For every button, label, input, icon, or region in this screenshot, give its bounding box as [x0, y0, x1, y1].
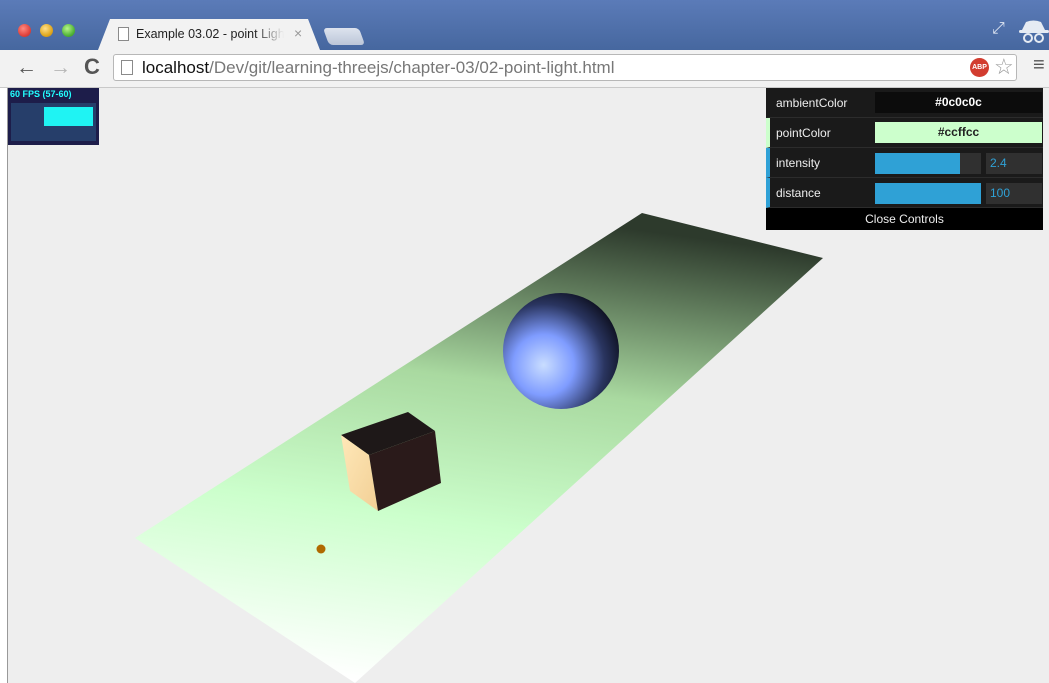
ground-plane [135, 213, 823, 683]
reload-button[interactable]: C [84, 54, 100, 80]
new-tab-button[interactable] [322, 28, 366, 45]
distance-input[interactable]: 100 [986, 183, 1042, 204]
page-icon [118, 27, 129, 41]
fps-stats-panel[interactable]: 60 FPS (57-60) [8, 88, 99, 145]
address-bar[interactable]: localhost/Dev/git/learning-threejs/chapt… [113, 54, 1017, 81]
ambient-color-input[interactable]: #0c0c0c [875, 92, 1042, 113]
adblock-icon[interactable]: ABP [970, 58, 989, 77]
intensity-slider[interactable] [875, 153, 981, 174]
point-color-input[interactable]: #ccffcc [875, 122, 1042, 143]
intensity-label: intensity [776, 156, 821, 170]
url-path: /Dev/git/learning-threejs/chapter-03/02-… [209, 58, 615, 77]
distance-label: distance [776, 186, 821, 200]
minimize-window-button[interactable] [40, 24, 53, 37]
tab-example-point-light[interactable]: Example 03.02 - point Light × [98, 19, 320, 50]
ambient-color-label: ambientColor [776, 96, 848, 110]
fps-label: 60 FPS (57-60) [10, 89, 72, 99]
distance-slider-fill [875, 183, 981, 204]
tab-title: Example 03.02 - point Light [136, 27, 284, 41]
sphere [503, 293, 619, 409]
browser-toolbar: ← → C localhost/Dev/git/learning-threejs… [0, 50, 1049, 88]
tab-close-icon[interactable]: × [294, 25, 302, 41]
distance-slider[interactable] [875, 183, 981, 204]
close-controls-button[interactable]: Close Controls [766, 208, 1043, 230]
fps-graph-bar [44, 107, 93, 126]
intensity-slider-fill [875, 153, 960, 174]
page-icon [121, 60, 133, 75]
control-ambient-color: ambientColor #0c0c0c [766, 88, 1043, 118]
point-color-label: pointColor [776, 126, 831, 140]
zoom-window-button[interactable] [62, 24, 75, 37]
control-point-color: pointColor #ccffcc [766, 118, 1043, 148]
browser-menu-icon[interactable]: ≡ [1033, 55, 1045, 75]
close-window-button[interactable] [18, 24, 31, 37]
fullscreen-icon[interactable]: ⤢ [992, 20, 1005, 38]
url-text[interactable]: localhost/Dev/git/learning-threejs/chapt… [142, 58, 614, 78]
forward-button[interactable]: → [50, 56, 71, 80]
control-distance: distance 100 [766, 178, 1043, 208]
incognito-icon [1019, 20, 1049, 43]
controls-panel: ambientColor #0c0c0c pointColor #ccffcc … [766, 88, 1043, 230]
url-host: localhost [142, 58, 210, 77]
point-light-marker [316, 544, 326, 554]
intensity-input[interactable]: 2.4 [986, 153, 1042, 174]
webgl-viewport[interactable]: 60 FPS (57-60) ambientColor #0c0c0c poin… [7, 88, 1049, 683]
back-button[interactable]: ← [16, 56, 37, 80]
control-intensity: intensity 2.4 [766, 148, 1043, 178]
bookmark-star-icon[interactable]: ☆ [994, 54, 1014, 80]
window-title-bar: Example 03.02 - point Light × ⤢ [0, 0, 1049, 50]
